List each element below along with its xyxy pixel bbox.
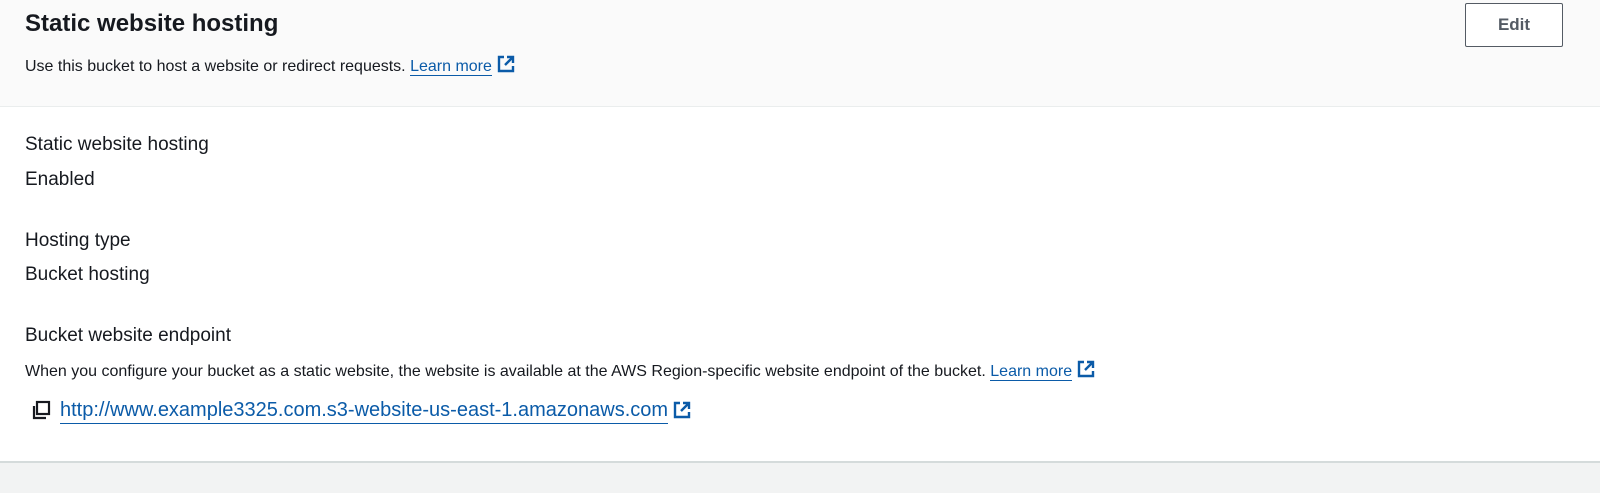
external-link-icon[interactable] bbox=[496, 54, 516, 74]
endpoint-url-link[interactable]: http://www.example3325.com.s3-website-us… bbox=[60, 397, 669, 424]
hosting-value: Enabled bbox=[25, 169, 95, 190]
endpoint-url-row: http://www.example3325.com.s3-website-us… bbox=[30, 396, 692, 424]
next-section-divider bbox=[0, 461, 1600, 493]
hosting-label: Static website hosting bbox=[25, 134, 209, 155]
external-link-icon[interactable] bbox=[672, 400, 692, 420]
endpoint-description-text: When you configure your bucket as a stat… bbox=[25, 363, 986, 380]
copy-icon[interactable] bbox=[30, 399, 52, 421]
panel-title: Static website hosting bbox=[25, 10, 279, 37]
endpoint-learn-more-link[interactable]: Learn more bbox=[990, 363, 1073, 381]
endpoint-label: Bucket website endpoint bbox=[25, 325, 231, 346]
hosting-type-label: Hosting type bbox=[25, 230, 131, 251]
endpoint-description: When you configure your bucket as a stat… bbox=[25, 359, 1096, 384]
hosting-type-value: Bucket hosting bbox=[25, 264, 150, 285]
edit-button[interactable]: Edit bbox=[1465, 3, 1563, 47]
learn-more-link[interactable]: Learn more bbox=[410, 58, 492, 76]
panel-description-text: Use this bucket to host a website or red… bbox=[25, 58, 406, 75]
panel-header: Static website hosting Use this bucket t… bbox=[0, 0, 1600, 107]
external-link-icon[interactable] bbox=[1076, 359, 1096, 379]
static-website-hosting-panel: Static website hosting Use this bucket t… bbox=[0, 0, 1600, 493]
panel-description: Use this bucket to host a website or red… bbox=[25, 54, 516, 79]
